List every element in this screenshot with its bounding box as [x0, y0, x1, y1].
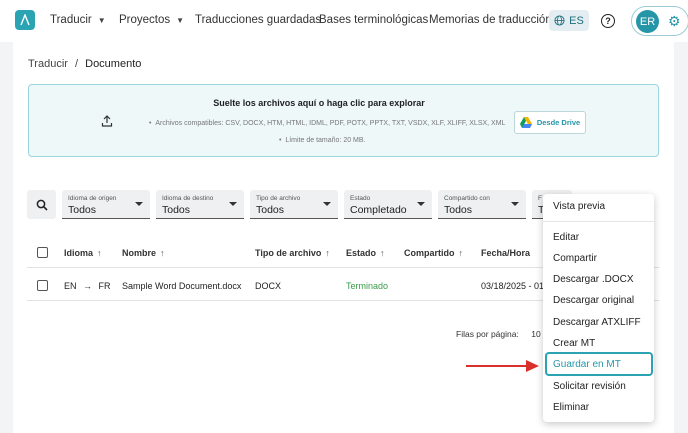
annotation-arrow-icon — [466, 360, 539, 372]
filter-status[interactable]: Estado Completado — [344, 190, 432, 219]
sort-arrow-icon: ↑ — [458, 248, 464, 258]
filter-source-language[interactable]: Idioma de origen Todos — [62, 190, 150, 219]
select-all-checkbox[interactable] — [37, 247, 48, 258]
col-tipo-archivo[interactable]: Tipo de archivo ↑ — [255, 248, 330, 258]
dropzone-compatible-files: • Archivos compatibles: CSV, DOCX, HTM, … — [149, 120, 506, 127]
menu-item-eliminar[interactable]: Eliminar — [553, 402, 589, 413]
breadcrumb-parent[interactable]: Traducir — [28, 58, 68, 70]
col-nombre[interactable]: Nombre ↑ — [122, 248, 165, 258]
arrow-right-icon: → — [83, 281, 93, 291]
caret-down-icon — [135, 202, 143, 206]
row-file-type: DOCX — [255, 281, 282, 291]
sort-arrow-icon: ↑ — [325, 248, 330, 258]
col-fecha-hora[interactable]: Fecha/Hora — [481, 248, 530, 258]
filter-shared-with[interactable]: Compartido con Todos — [438, 190, 526, 219]
top-navbar: Traducir ▼ Proyectos ▼ Traducciones guarda… — [0, 0, 688, 42]
row-language-pair: EN → FR — [64, 281, 111, 291]
filter-target-language[interactable]: Idioma de destino Todos — [156, 190, 244, 219]
app-logo[interactable] — [15, 10, 35, 30]
nav-traducciones-guardadas[interactable]: Traducciones guardadas — [195, 14, 321, 26]
pagination: Filas por página: 10 — [456, 329, 541, 339]
user-menu[interactable]: ER ⚙ — [631, 6, 688, 36]
gear-icon[interactable]: ⚙ — [668, 13, 681, 30]
caret-down-icon — [229, 202, 237, 206]
menu-item-descargar-docx[interactable]: Descargar .DOCX — [553, 274, 634, 285]
menu-item-crear-mt[interactable]: Crear MT — [553, 338, 595, 349]
nav-traducir[interactable]: Traducir ▼ — [50, 14, 106, 26]
row-file-name[interactable]: Sample Word Document.docx — [122, 281, 241, 291]
menu-item-compartir[interactable]: Compartir — [553, 253, 597, 264]
dropzone-title: Suelte los archivos aquí o haga clic par… — [213, 98, 425, 108]
rows-per-page-label: Filas por página: — [456, 329, 519, 339]
dropzone-size-limit: • Límite de tamaño: 20 MB. — [279, 137, 366, 144]
filter-file-type[interactable]: Tipo de archivo Todos — [250, 190, 338, 219]
breadcrumb-current: Documento — [85, 58, 142, 70]
menu-item-guardar-en-mt[interactable]: Guardar en MT — [553, 359, 621, 370]
google-drive-icon — [519, 117, 532, 128]
language-selector[interactable]: ES — [549, 10, 589, 31]
chevron-down-icon: ▼ — [97, 15, 106, 25]
row-status: Terminado — [346, 281, 389, 291]
menu-item-descargar-atxliff[interactable]: Descargar ATXLIFF — [553, 317, 641, 328]
menu-item-descargar-original[interactable]: Descargar original — [553, 295, 634, 306]
col-idioma[interactable]: Idioma ↑ — [64, 248, 102, 258]
upload-icon — [101, 115, 113, 127]
col-compartido[interactable]: Compartido ↑ — [404, 248, 463, 258]
globe-icon — [554, 15, 565, 26]
menu-divider — [543, 221, 654, 222]
search-button[interactable] — [27, 190, 56, 219]
caret-down-icon — [511, 202, 519, 206]
menu-item-editar[interactable]: Editar — [553, 232, 579, 243]
caret-down-icon — [323, 202, 331, 206]
search-icon — [36, 199, 48, 211]
nav-bases-terminologicas[interactable]: Bases terminológicas — [319, 14, 428, 26]
row-checkbox[interactable] — [37, 280, 48, 291]
logo-icon — [20, 14, 30, 26]
col-estado[interactable]: Estado ↑ — [346, 248, 385, 258]
row-datetime: 03/18/2025 - 01: — [481, 281, 547, 291]
menu-item-vista-previa[interactable]: Vista previa — [553, 201, 605, 212]
sort-arrow-icon: ↑ — [380, 248, 385, 258]
breadcrumb: Traducir / Documento — [28, 58, 142, 70]
chevron-down-icon: ▼ — [176, 15, 185, 25]
sort-arrow-icon: ↑ — [97, 248, 102, 258]
nav-proyectos[interactable]: Proyectos ▼ — [119, 14, 184, 26]
row-actions-menu: Vista previa Editar Compartir Descargar … — [543, 194, 654, 422]
help-icon[interactable]: ? — [601, 14, 615, 28]
file-dropzone[interactable]: Suelte los archivos aquí o haga clic par… — [28, 84, 659, 157]
nav-memorias-traduccion[interactable]: Memorias de traducción — [429, 14, 552, 26]
rows-per-page-select[interactable]: 10 — [531, 329, 540, 339]
menu-item-solicitar-revision[interactable]: Solicitar revisión — [553, 381, 626, 392]
sort-arrow-icon: ↑ — [160, 248, 165, 258]
google-drive-button[interactable]: Desde Drive — [514, 111, 586, 134]
avatar[interactable]: ER — [636, 10, 659, 33]
caret-down-icon — [417, 202, 425, 206]
